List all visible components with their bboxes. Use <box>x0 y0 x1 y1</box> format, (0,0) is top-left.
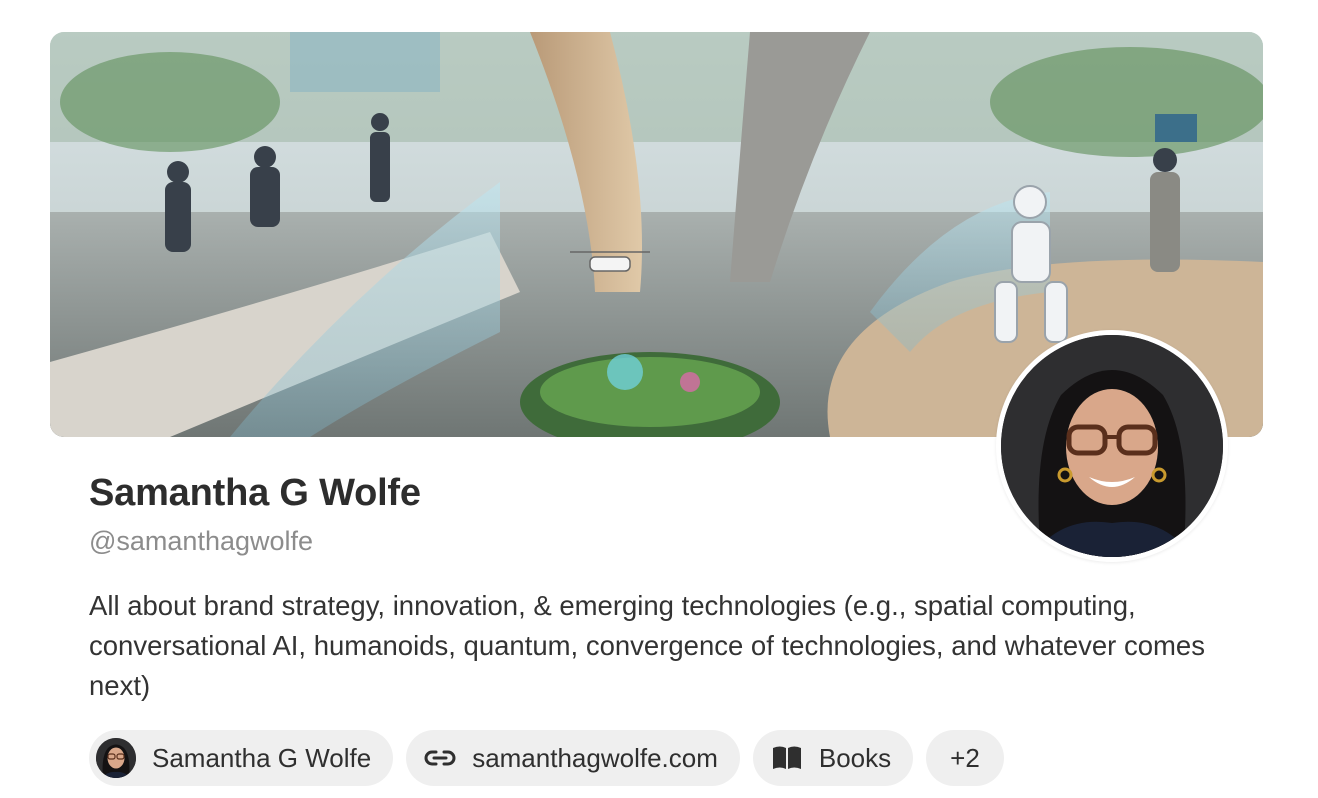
website-chip-label: samanthagwolfe.com <box>472 742 718 773</box>
profile-avatar[interactable] <box>996 330 1228 562</box>
website-chip[interactable]: samanthagwolfe.com <box>406 730 740 786</box>
profile-page: Samantha G Wolfe @samanthagwolfe All abo… <box>0 0 1318 798</box>
book-icon <box>771 745 803 771</box>
more-links-chip[interactable]: +2 <box>926 730 1004 786</box>
link-icon <box>424 748 456 768</box>
profile-bio: All about brand strategy, innovation, & … <box>89 590 1205 701</box>
more-links-label: +2 <box>950 742 980 773</box>
books-chip-label: Books <box>818 742 892 773</box>
profile-chip-label: Samantha G Wolfe <box>152 742 372 773</box>
profile-links: Samantha G Wolfe samanthagwolfe.com Book… <box>89 730 1004 786</box>
mini-avatar <box>96 738 136 778</box>
profile-name: Samantha G Wolfe <box>89 472 421 514</box>
profile-chip[interactable]: Samantha G Wolfe <box>89 730 394 786</box>
profile-handle: @samanthagwolfe <box>89 526 314 556</box>
books-chip[interactable]: Books <box>752 730 914 786</box>
